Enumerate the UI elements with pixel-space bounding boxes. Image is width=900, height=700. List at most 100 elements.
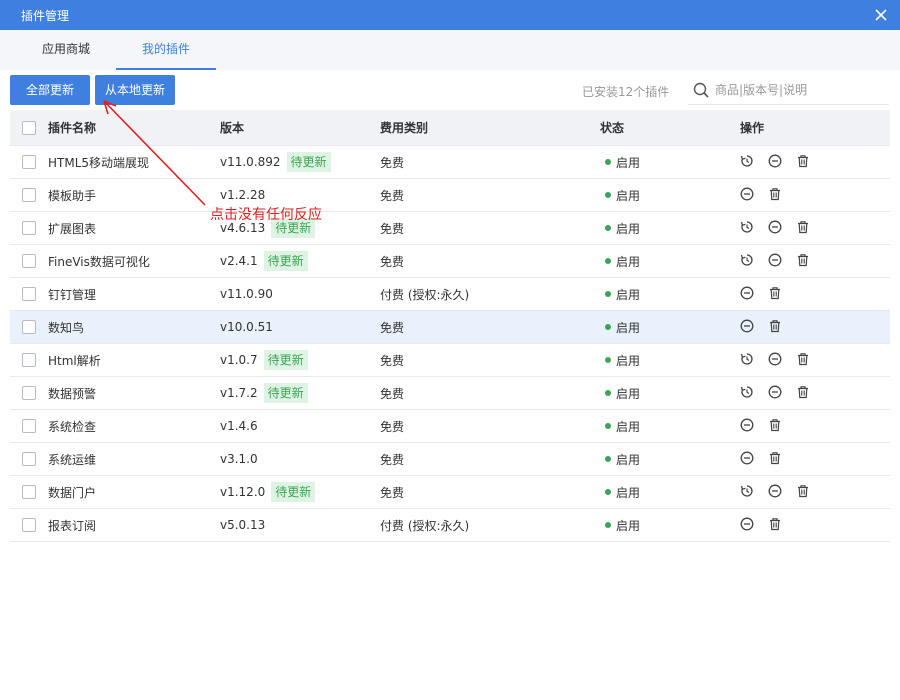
plugin-status: 启用 [616,188,641,203]
plugin-version: v2.4.1 [220,254,258,268]
row-checkbox[interactable] [22,419,36,433]
disable-icon[interactable] [768,253,784,269]
table-row: 系统检查 v1.4.6 免费 启用 [10,410,890,443]
table-row: 报表订阅 v5.0.13 付费 (授权:永久) 启用 [10,509,890,542]
update-icon[interactable] [740,484,756,500]
plugin-name: 数据门户 [48,485,97,500]
disable-icon[interactable] [768,352,784,368]
plugin-version: v1.0.7 [220,353,258,367]
disable-icon[interactable] [768,220,784,236]
table-row: HTML5移动端展现 v11.0.892 待更新 免费 启用 [10,146,890,179]
plugin-status: 启用 [616,287,641,302]
delete-icon[interactable] [768,451,784,467]
delete-icon[interactable] [768,187,784,203]
update-icon[interactable] [740,253,756,269]
plugin-version: v11.0.892 [220,155,281,169]
delete-icon[interactable] [796,154,812,170]
status-dot [605,357,611,363]
plugin-table: 插件名称 版本 费用类别 状态 操作 HTML5移动端展现 v11.0.892 待更… [10,110,890,542]
search-icon [693,82,709,98]
plugin-fee: 免费 [380,155,405,170]
header-name: 插件名称 [48,121,97,135]
status-dot [605,258,611,264]
table-row: 扩展图表 v4.6.13 待更新 免费 启用 [10,212,890,245]
plugin-version: v11.0.90 [220,287,273,301]
plugin-status: 启用 [616,518,641,533]
plugin-status: 启用 [616,386,641,401]
plugin-name: HTML5移动端展现 [48,155,150,170]
row-checkbox[interactable] [22,254,36,268]
disable-icon[interactable] [768,484,784,500]
update-icon[interactable] [740,385,756,401]
status-dot [605,390,611,396]
row-checkbox[interactable] [22,221,36,235]
plugin-status: 启用 [616,452,641,467]
plugin-name: 报表订阅 [48,518,97,533]
row-checkbox[interactable] [22,188,36,202]
disable-icon[interactable] [740,187,756,203]
update-from-local-button[interactable]: 从本地更新 [95,75,175,105]
close-icon[interactable] [872,6,890,24]
plugin-version: v1.7.2 [220,386,258,400]
plugin-fee: 免费 [380,221,405,236]
title-bar: 插件管理 [0,0,900,30]
row-checkbox[interactable] [22,155,36,169]
table-row: 数据门户 v1.12.0 待更新 免费 启用 [10,476,890,509]
table-row: Html解析 v1.0.7 待更新 免费 启用 [10,344,890,377]
update-badge: 待更新 [263,383,308,403]
plugin-status: 启用 [616,221,641,236]
row-checkbox[interactable] [22,287,36,301]
table-row: 数据预警 v1.7.2 待更新 免费 启用 [10,377,890,410]
plugin-fee: 免费 [380,485,405,500]
delete-icon[interactable] [768,319,784,335]
delete-icon[interactable] [796,220,812,236]
status-dot [605,423,611,429]
delete-icon[interactable] [768,418,784,434]
plugin-version: v1.2.28 [220,188,266,202]
tab-my-plugins[interactable]: 我的插件 [116,30,216,70]
search-input[interactable] [715,80,885,100]
plugin-name: 钉钉管理 [48,287,97,302]
delete-icon[interactable] [768,517,784,533]
plugin-status: 启用 [616,254,641,269]
row-checkbox[interactable] [22,452,36,466]
disable-icon[interactable] [740,319,756,335]
disable-icon[interactable] [768,154,784,170]
delete-icon[interactable] [796,385,812,401]
delete-icon[interactable] [796,484,812,500]
row-checkbox[interactable] [22,518,36,532]
toolbar: 全部更新 从本地更新 已安装12个插件 [0,70,900,110]
header-fee: 费用类别 [380,121,429,135]
header-status: 状态 [600,121,625,135]
delete-icon[interactable] [796,253,812,269]
plugin-fee: 免费 [380,254,405,269]
plugin-status: 启用 [616,155,641,170]
row-checkbox[interactable] [22,353,36,367]
plugin-fee: 免费 [380,386,405,401]
window-title: 插件管理 [21,8,70,23]
row-checkbox[interactable] [22,386,36,400]
disable-icon[interactable] [740,286,756,302]
delete-icon[interactable] [768,286,784,302]
plugin-name: 扩展图表 [48,221,97,236]
update-icon[interactable] [740,154,756,170]
disable-icon[interactable] [740,517,756,533]
plugin-version: v3.1.0 [220,452,258,466]
update-icon[interactable] [740,220,756,236]
delete-icon[interactable] [796,352,812,368]
row-checkbox[interactable] [22,485,36,499]
status-dot [605,225,611,231]
select-all-checkbox[interactable] [22,120,36,135]
row-checkbox[interactable] [22,320,36,334]
tab-app-store[interactable]: 应用商城 [22,30,110,70]
plugin-version: v5.0.13 [220,518,266,532]
plugin-status: 启用 [616,320,641,335]
disable-icon[interactable] [740,451,756,467]
disable-icon[interactable] [740,418,756,434]
update-badge: 待更新 [286,152,331,172]
update-all-button[interactable]: 全部更新 [10,75,90,105]
plugin-manager-window: 插件管理 应用商城 我的插件 全部更新 从本地更新 已安装12个插件 插件名称 … [0,0,900,700]
plugin-name: 数知鸟 [48,320,85,335]
disable-icon[interactable] [768,385,784,401]
update-icon[interactable] [740,352,756,368]
